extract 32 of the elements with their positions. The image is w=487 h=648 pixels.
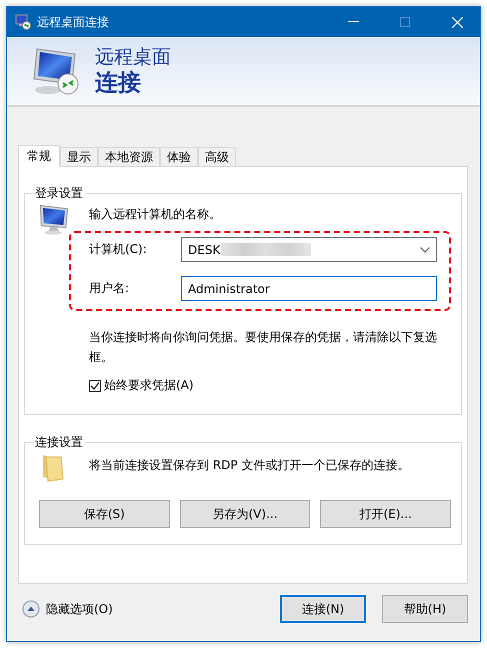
header-subtitle: 连接	[95, 69, 142, 97]
dialog-button[interactable]: 连接(N)	[280, 595, 366, 623]
dialog-button[interactable]: 帮助(H)	[382, 595, 468, 623]
collapse-icon[interactable]	[22, 600, 40, 618]
action-button[interactable]: 另存为(V)...	[180, 500, 310, 528]
username-field[interactable]: Administrator	[181, 276, 437, 301]
tab[interactable]: 常规	[18, 145, 60, 167]
minimize-icon[interactable]	[348, 21, 358, 23]
group-title: 连接设置	[34, 434, 84, 451]
remote-desktop-icon	[31, 46, 81, 96]
field-label: 计算机(C):	[89, 241, 148, 258]
tab[interactable]: 本地资源	[98, 147, 160, 166]
action-button[interactable]: 打开(E)...	[320, 500, 452, 528]
header-title: 远程桌面	[95, 45, 171, 69]
chevron-down-icon[interactable]	[420, 246, 430, 252]
tab[interactable]: 高级	[198, 147, 236, 166]
action-button[interactable]: 保存(S)	[39, 500, 170, 528]
checkbox-label[interactable]: 始终要求凭据(A)	[104, 377, 194, 394]
computer-icon	[37, 202, 71, 236]
tab[interactable]: 体验	[160, 147, 198, 166]
close-icon[interactable]	[452, 16, 462, 28]
computer-dropdown[interactable]: DESK	[181, 237, 437, 262]
app-icon	[15, 14, 31, 30]
description-text: 将当前连接设置保存到 RDP 文件或打开一个已保存的连接。	[89, 457, 410, 474]
window-title: 远程桌面连接	[37, 14, 110, 30]
prompt-text: 输入远程计算机的名称。	[89, 206, 222, 223]
credentials-note: 当你连接时将向你询问凭据。要使用保存的凭据，请清除以下复选框。	[89, 329, 438, 366]
tab[interactable]: 显示	[60, 147, 98, 166]
field-label: 用户名:	[89, 280, 130, 297]
checkbox[interactable]	[89, 380, 101, 392]
hide-options-link[interactable]: 隐藏选项(O)	[46, 600, 113, 618]
group-title: 登录设置	[34, 185, 84, 202]
